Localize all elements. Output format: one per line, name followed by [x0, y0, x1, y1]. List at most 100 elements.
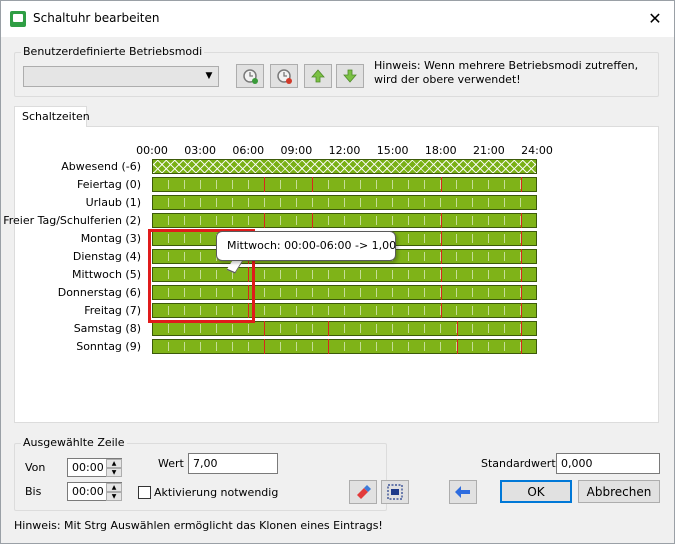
segment-boundary[interactable]: [520, 285, 522, 300]
segment-boundary[interactable]: [328, 321, 330, 336]
time-label: 00:00: [136, 144, 168, 157]
undo-button[interactable]: [449, 480, 477, 504]
segment-boundary[interactable]: [264, 339, 266, 354]
from-label: Von: [25, 461, 46, 474]
bar-gridlines: [153, 216, 536, 225]
time-label: 24:00: [521, 144, 553, 157]
segment-boundary[interactable]: [456, 339, 458, 354]
segment-boundary[interactable]: [440, 231, 442, 246]
modes-group-label: Benutzerdefinierte Betriebsmodi: [21, 45, 205, 58]
segment-boundary[interactable]: [264, 177, 266, 192]
day-label: Sonntag (9): [76, 340, 141, 353]
spin-down-icon[interactable]: ▼: [106, 468, 122, 477]
segment-boundary[interactable]: [328, 339, 330, 354]
time-label: 21:00: [473, 144, 505, 157]
day-label: Donnerstag (6): [57, 286, 141, 299]
undo-arrow-icon: [455, 486, 470, 498]
modes-hint: Hinweis: Wenn mehrere Betriebsmodi zutre…: [374, 59, 639, 86]
move-up-button[interactable]: [304, 64, 332, 88]
time-label: 09:00: [280, 144, 313, 157]
segment-boundary[interactable]: [520, 321, 522, 336]
segment-boundary[interactable]: [456, 321, 458, 336]
segment-boundary[interactable]: [264, 213, 266, 228]
schedule-bar[interactable]: [152, 177, 537, 192]
spin-up-icon[interactable]: ▲: [106, 483, 122, 492]
bar-gridlines: [153, 198, 536, 207]
schedule-bar[interactable]: [152, 339, 537, 354]
title-bar[interactable]: Schaltuhr bearbeiten ✕: [1, 1, 674, 37]
time-label: 15:00: [376, 144, 409, 157]
select-area-icon: [387, 484, 403, 500]
standard-value-input[interactable]: [556, 453, 660, 474]
segment-boundary[interactable]: [440, 177, 442, 192]
schedule-bar[interactable]: [152, 159, 537, 174]
time-label: 03:00: [184, 144, 216, 157]
arrow-up-icon: [311, 69, 325, 83]
selected-row-label: Ausgewählte Zeile: [21, 436, 127, 449]
bar-gridlines: [153, 180, 536, 189]
eraser-icon: [357, 485, 371, 499]
clock-remove-icon: [277, 69, 292, 84]
segment-boundary[interactable]: [312, 213, 314, 228]
activation-checkbox[interactable]: [138, 486, 151, 499]
remove-mode-button[interactable]: [270, 64, 298, 88]
window-title: Schaltuhr bearbeiten: [33, 11, 160, 25]
time-label: 06:00: [232, 144, 265, 157]
close-button[interactable]: ✕: [641, 7, 669, 31]
to-time-spinner[interactable]: ▲ ▼: [106, 483, 122, 501]
segment-boundary[interactable]: [520, 213, 522, 228]
schedule-bar[interactable]: [152, 213, 537, 228]
schedule-bar[interactable]: [152, 195, 537, 210]
schedule-tooltip: Mittwoch: 00:00-06:00 -> 1,00: [216, 231, 396, 261]
value-label: Wert: [158, 457, 184, 470]
day-label: Montag (3): [80, 232, 141, 245]
arrow-down-icon: [343, 69, 357, 83]
modes-combo[interactable]: [23, 66, 219, 87]
ok-button[interactable]: OK: [500, 480, 572, 503]
dialog-window: Schaltuhr bearbeiten ✕ Benutzerdefiniert…: [0, 0, 675, 544]
activation-label: Aktivierung notwendig: [154, 486, 279, 499]
move-down-button[interactable]: [336, 64, 364, 88]
clock-add-icon: [243, 69, 258, 84]
segment-boundary[interactable]: [440, 303, 442, 318]
tab-schaltzeiten[interactable]: Schaltzeiten: [14, 106, 90, 127]
spin-up-icon[interactable]: ▲: [106, 459, 122, 468]
bar-gridlines: [153, 342, 536, 351]
segment-boundary[interactable]: [520, 249, 522, 264]
schedule-bar[interactable]: [152, 321, 537, 336]
footer-hint: Hinweis: Mit Strg Auswählen ermöglicht d…: [14, 519, 383, 532]
time-label: 18:00: [424, 144, 457, 157]
segment-boundary[interactable]: [440, 249, 442, 264]
day-label: Dienstag (4): [72, 250, 141, 263]
app-icon: [10, 11, 26, 27]
day-label: Samstag (8): [73, 322, 141, 335]
segment-boundary[interactable]: [520, 231, 522, 246]
segment-boundary[interactable]: [520, 303, 522, 318]
close-icon: ✕: [648, 9, 662, 28]
cancel-button[interactable]: Abbrechen: [578, 480, 660, 503]
day-label: Urlaub (1): [85, 196, 141, 209]
value-input[interactable]: [188, 453, 278, 474]
segment-boundary[interactable]: [520, 339, 522, 354]
day-label: Abwesend (-6): [61, 160, 141, 173]
segment-boundary[interactable]: [264, 321, 266, 336]
segment-boundary[interactable]: [312, 177, 314, 192]
day-label: Freier Tag/Schulferien (2): [3, 214, 141, 227]
standard-value-label: Standardwert:: [481, 457, 560, 470]
segment-boundary[interactable]: [520, 267, 522, 282]
day-label: Freitag (7): [84, 304, 141, 317]
select-all-button[interactable]: [381, 480, 409, 504]
day-label: Feiertag (0): [77, 178, 141, 191]
to-label: Bis: [25, 485, 42, 498]
day-label: Mittwoch (5): [72, 268, 141, 281]
segment-boundary[interactable]: [440, 285, 442, 300]
bar-gridlines: [153, 324, 536, 333]
from-time-spinner[interactable]: ▲ ▼: [106, 459, 122, 477]
erase-button[interactable]: [349, 480, 377, 504]
spin-down-icon[interactable]: ▼: [106, 492, 122, 501]
segment-boundary[interactable]: [520, 177, 522, 192]
add-mode-button[interactable]: [236, 64, 264, 88]
segment-boundary[interactable]: [440, 213, 442, 228]
time-label: 12:00: [328, 144, 361, 157]
segment-boundary[interactable]: [440, 267, 442, 282]
